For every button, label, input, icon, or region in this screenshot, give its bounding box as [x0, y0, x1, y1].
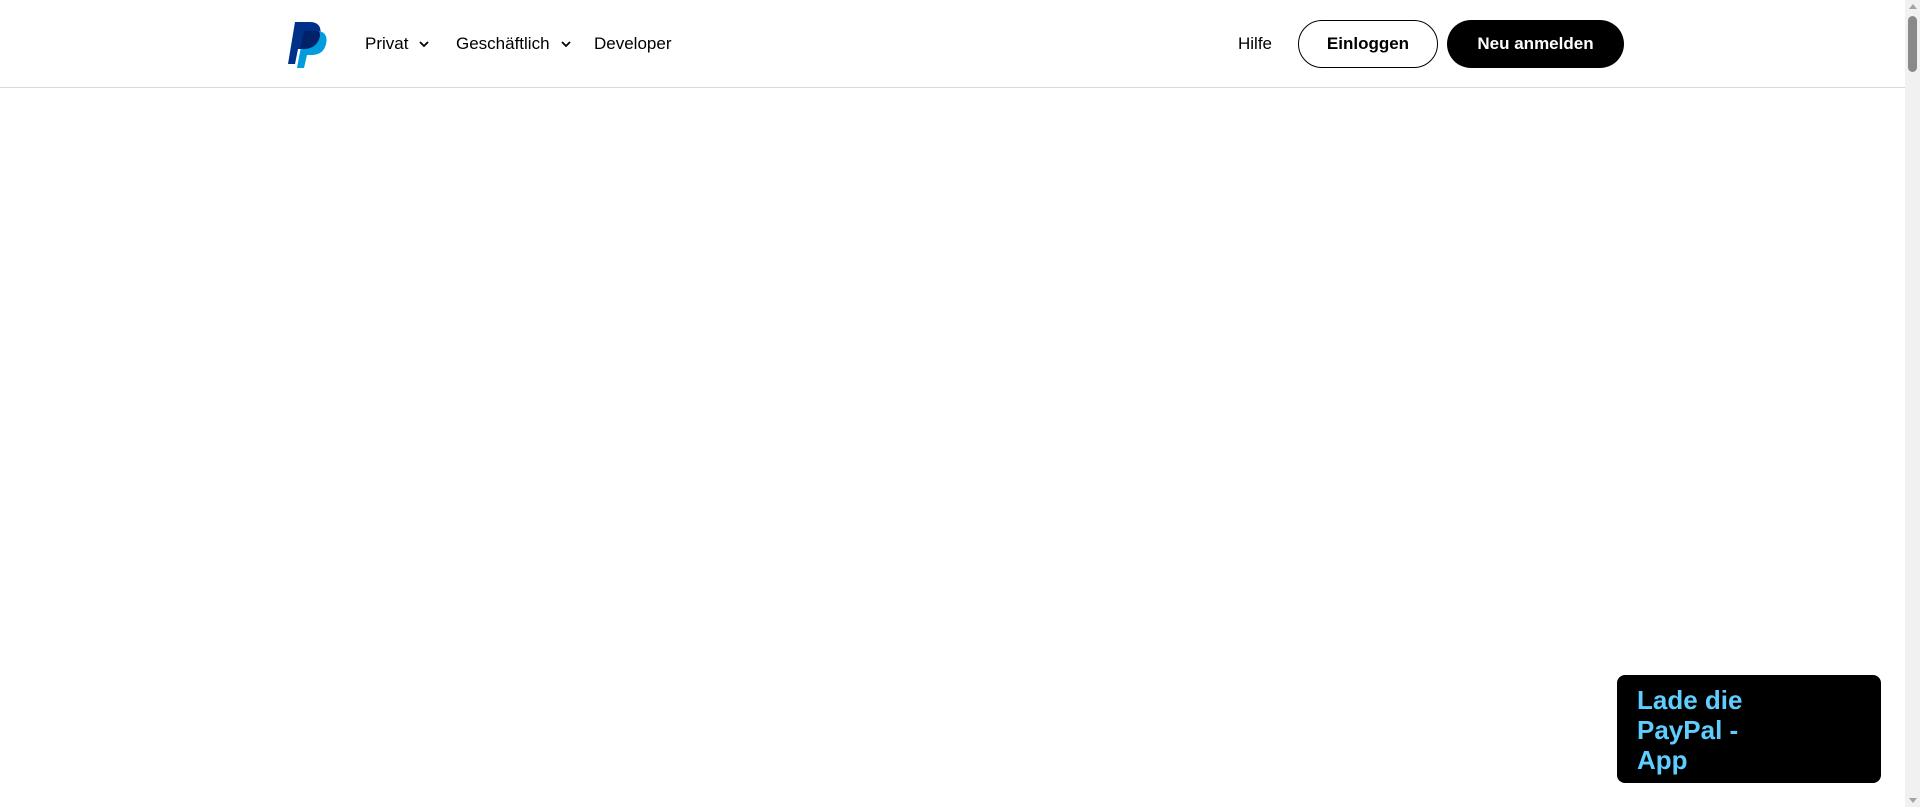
app-banner-text: Lade die PayPal - App [1637, 685, 1743, 775]
app-download-banner[interactable]: Lade die PayPal - App [1617, 675, 1881, 783]
chevron-down-icon [419, 41, 430, 48]
page: Privat Geschäftlich Developer Hilfe Einl… [0, 0, 1920, 807]
scroll-up-icon[interactable] [1909, 4, 1917, 9]
chevron-down-icon [560, 41, 571, 48]
nav-privat-label: Privat [365, 34, 409, 53]
nav-developer[interactable]: Developer [594, 30, 672, 58]
site-header: Privat Geschäftlich Developer Hilfe Einl… [0, 0, 1905, 88]
help-link[interactable]: Hilfe [1238, 30, 1272, 58]
scrollbar-thumb[interactable] [1908, 16, 1917, 72]
scroll-down-icon[interactable] [1909, 798, 1917, 803]
signup-button[interactable]: Neu anmelden [1447, 20, 1624, 68]
nav-developer-label: Developer [594, 34, 672, 53]
nav-privat[interactable]: Privat [365, 30, 431, 58]
paypal-logo-icon[interactable] [288, 22, 328, 68]
nav-geschaeftlich-label: Geschäftlich [456, 34, 550, 53]
vertical-scrollbar[interactable] [1905, 0, 1920, 807]
login-button[interactable]: Einloggen [1298, 20, 1438, 68]
nav-geschaeftlich[interactable]: Geschäftlich [456, 30, 573, 58]
